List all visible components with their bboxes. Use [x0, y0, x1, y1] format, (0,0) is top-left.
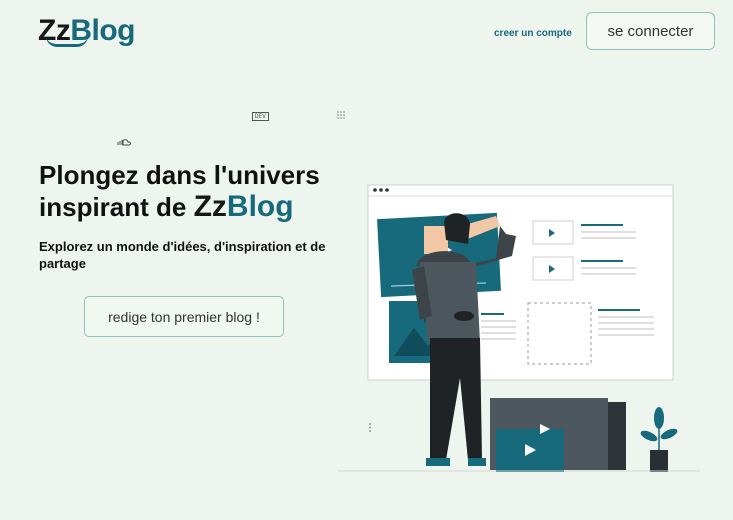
dev-icon: DEV: [252, 112, 269, 121]
hero-subtitle: Explorez un monde d'idées, d'inspiration…: [39, 239, 326, 271]
hero-headline: Plongez dans l'univers inspirant de ZzBl…: [39, 160, 320, 223]
logo-swoosh: [46, 36, 88, 47]
window-dot: [373, 188, 377, 192]
write-first-blog-button[interactable]: redige ton premier blog !: [84, 296, 284, 337]
soundcloud-icon: [117, 139, 131, 146]
hero-illustration: [338, 184, 700, 472]
grid-dots-icon: [337, 111, 345, 119]
headline-line1: Plongez dans l'univers: [39, 160, 320, 190]
headline-line2: inspirant de ZzBlog: [39, 190, 294, 223]
create-account-link[interactable]: creer un compte: [494, 28, 572, 39]
headline-brand: ZzBlog: [193, 190, 294, 223]
plant-pot: [650, 450, 668, 472]
login-button[interactable]: se connecter: [586, 12, 715, 50]
